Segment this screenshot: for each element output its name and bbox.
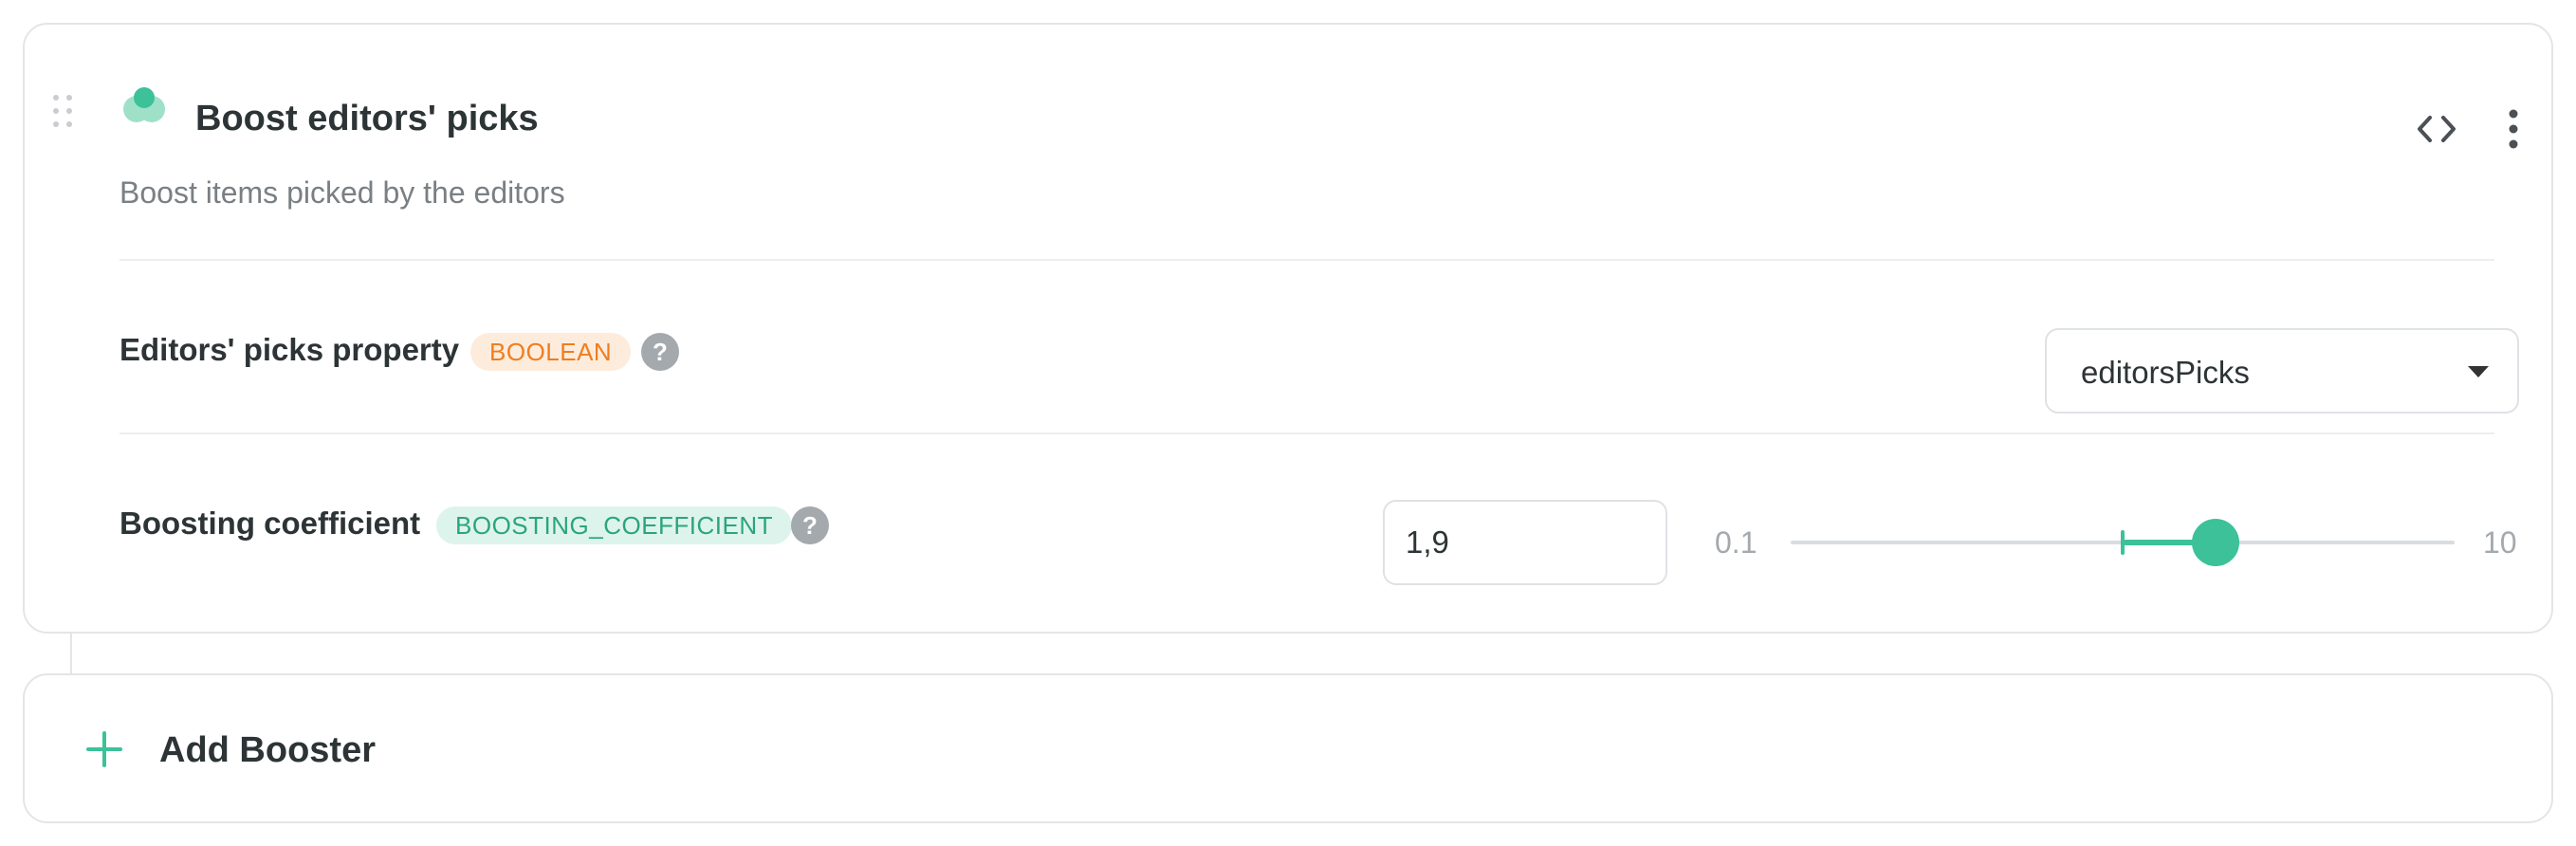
add-booster-button[interactable]: Add Booster: [23, 673, 2553, 823]
help-icon[interactable]: ?: [791, 506, 829, 544]
booster-description: Boost items picked by the editors: [120, 175, 565, 210]
drag-handle-icon[interactable]: [53, 95, 74, 129]
boosting-coefficient-label: Boosting coefficient: [120, 506, 421, 541]
help-icon[interactable]: ?: [641, 333, 679, 371]
slider-thumb[interactable]: [2191, 519, 2239, 566]
divider: [120, 432, 2494, 434]
more-vertical-icon[interactable]: [2502, 106, 2525, 152]
select-value: editorsPicks: [2081, 355, 2250, 390]
slider-min-label: 0.1: [1715, 525, 1757, 560]
code-icon[interactable]: [2415, 110, 2458, 148]
editors-picks-label: Editors' picks property: [120, 332, 460, 367]
editors-picks-select[interactable]: editorsPicks: [2045, 328, 2519, 414]
slider-default-marker: [2121, 530, 2125, 555]
slider-max-label: 10: [2483, 525, 2517, 560]
add-booster-label: Add Booster: [159, 730, 376, 770]
boolean-type-badge: BOOLEAN: [470, 333, 632, 371]
caret-down-icon: [2468, 366, 2489, 377]
plus-icon: [86, 731, 122, 767]
booster-title: Boost editors' picks: [195, 99, 539, 138]
booster-drops-icon: [123, 87, 165, 122]
booster-card: Boost editors' picks Boost items picked …: [23, 23, 2553, 634]
divider: [120, 259, 2494, 261]
coefficient-input[interactable]: [1383, 500, 1667, 585]
coefficient-type-badge: BOOSTING_COEFFICIENT: [436, 506, 793, 544]
connector-line: [70, 634, 72, 673]
